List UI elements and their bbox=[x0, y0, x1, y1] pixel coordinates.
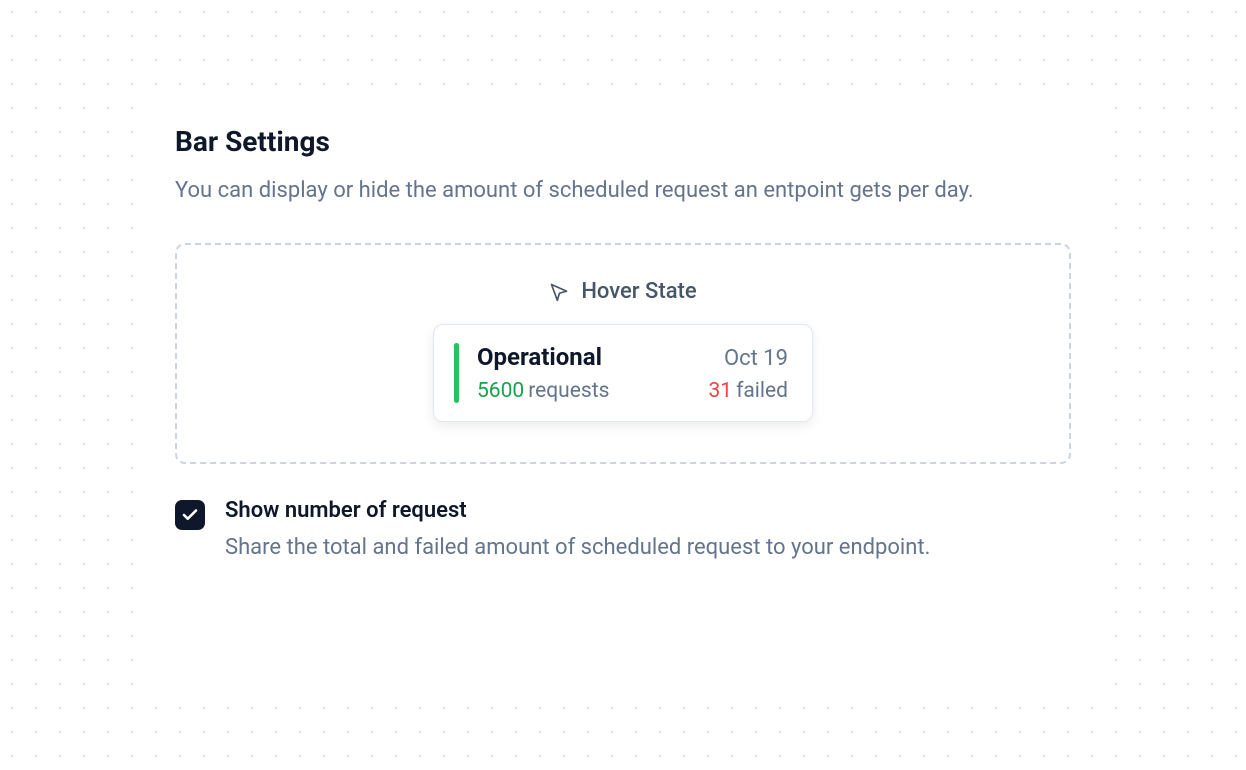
checkbox-option-row: Show number of request Share the total a… bbox=[175, 498, 1071, 564]
status-tooltip-card: Operational Oct 19 5600 requests 31 fail… bbox=[433, 324, 813, 422]
hover-state-label: Hover State bbox=[549, 279, 696, 304]
settings-container: Bar Settings You can display or hide the… bbox=[0, 0, 1246, 564]
checkbox-title: Show number of request bbox=[225, 498, 1071, 523]
hover-state-text: Hover State bbox=[581, 279, 696, 304]
status-indicator-bar bbox=[454, 343, 459, 403]
page-title: Bar Settings bbox=[175, 125, 1071, 158]
requests-group: 5600 requests bbox=[477, 379, 609, 403]
failed-label-text: failed bbox=[736, 379, 788, 403]
requests-count: 5600 bbox=[477, 379, 524, 403]
failed-count: 31 bbox=[709, 379, 733, 403]
preview-box: Hover State Operational Oct 19 5600 requ… bbox=[175, 243, 1071, 464]
page-description: You can display or hide the amount of sc… bbox=[175, 174, 1025, 207]
status-date: Oct 19 bbox=[724, 346, 788, 371]
checkbox-content: Show number of request Share the total a… bbox=[225, 498, 1071, 564]
cursor-icon bbox=[549, 282, 569, 302]
status-title: Operational bbox=[477, 343, 602, 371]
checkbox-description: Share the total and failed amount of sch… bbox=[225, 531, 1071, 564]
show-requests-checkbox[interactable] bbox=[175, 500, 205, 530]
failed-group: 31 failed bbox=[709, 379, 789, 403]
status-row-top: Operational Oct 19 bbox=[477, 343, 788, 371]
check-icon bbox=[181, 506, 199, 524]
requests-label-text: requests bbox=[528, 379, 609, 403]
status-row-bottom: 5600 requests 31 failed bbox=[477, 379, 788, 403]
status-content: Operational Oct 19 5600 requests 31 fail… bbox=[477, 343, 788, 403]
